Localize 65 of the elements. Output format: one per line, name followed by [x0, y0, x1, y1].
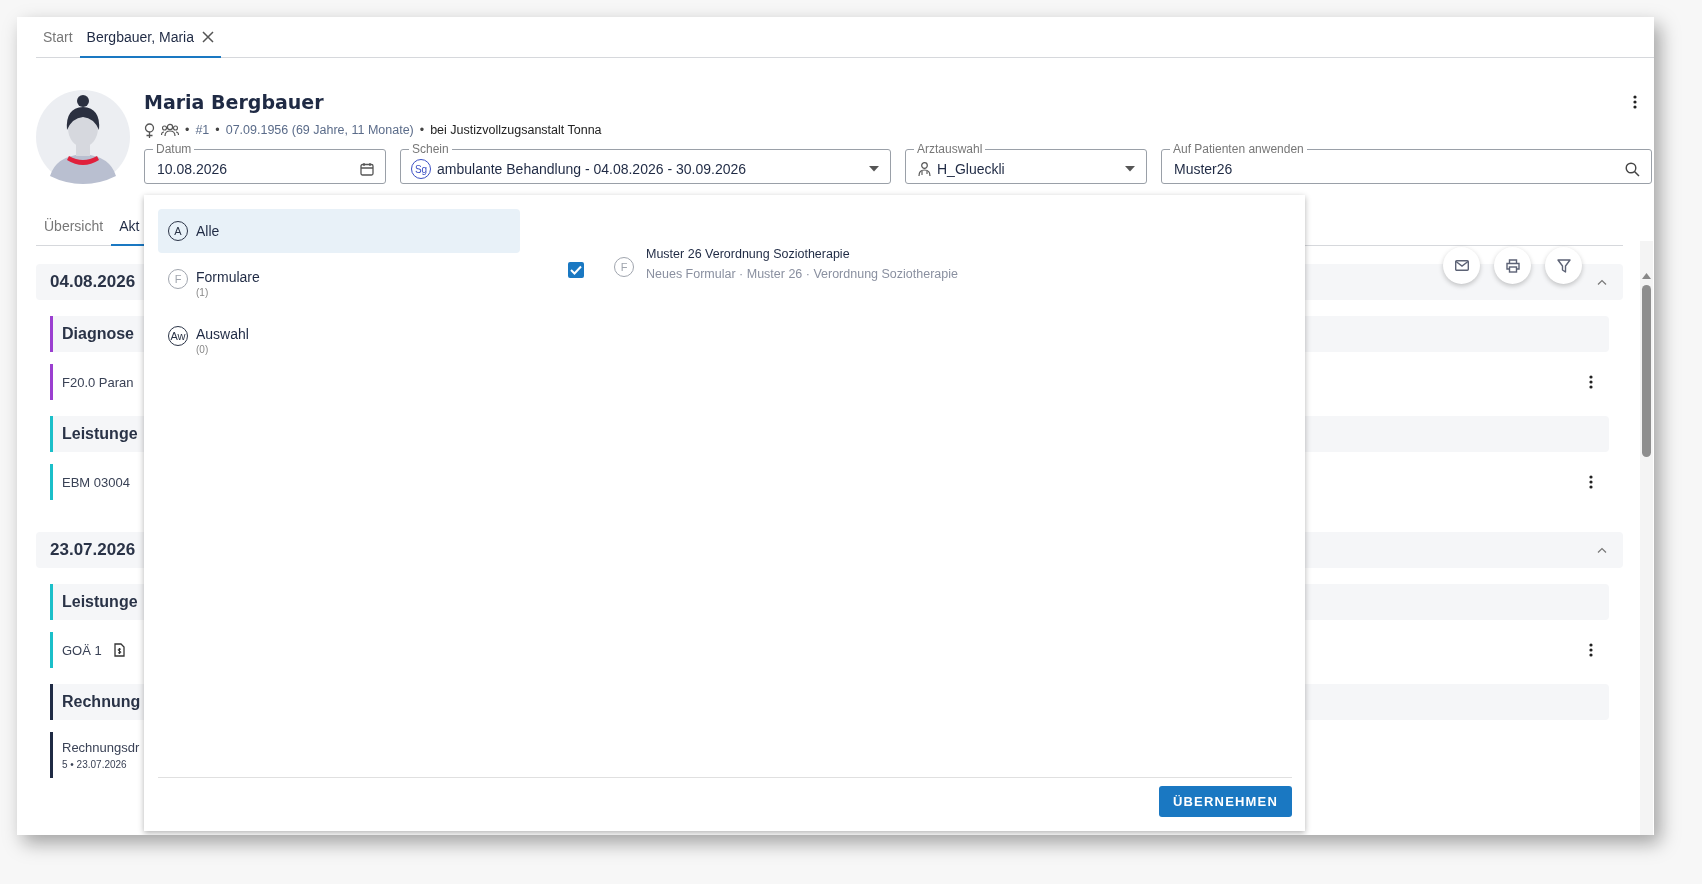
- section-title: Rechnung: [62, 693, 141, 711]
- field-label: Arztauswahl: [916, 143, 984, 156]
- select-field[interactable]: Schein Sg ambulante Behandlung - 04.08.2026 - 30.09.2026: [400, 143, 891, 184]
- patient-info: bei Justizvollzugsanstalt Tonna: [430, 123, 602, 137]
- document-icon[interactable]: [113, 643, 125, 657]
- field-value[interactable]: Muster26: [1174, 161, 1619, 177]
- category-item[interactable]: Aw Auswahl (0): [158, 314, 520, 367]
- section-title: Leistunge: [62, 425, 138, 443]
- patient-tab[interactable]: Start: [36, 17, 80, 58]
- patient-tab[interactable]: Bergbauer, Maria: [79, 17, 221, 58]
- separator-dot: •: [215, 123, 220, 137]
- select-field[interactable]: Arztauswahl H_Glueckli: [905, 143, 1147, 184]
- mail-icon: [1454, 260, 1469, 271]
- dropdown-caret-icon[interactable]: [1125, 166, 1135, 172]
- more-icon[interactable]: [1589, 475, 1593, 489]
- scroll-up-icon[interactable]: [1642, 273, 1651, 279]
- section-title: Leistunge: [62, 593, 138, 611]
- separator-dot: •: [419, 123, 425, 137]
- category-label: Formulare: [196, 269, 260, 285]
- date-field[interactable]: Datum 10.08.2026: [144, 143, 386, 184]
- category-count: (0): [196, 344, 210, 355]
- entry-text: F20.0 Paran: [62, 374, 134, 390]
- field-value[interactable]: ambulante Behandlung - 04.08.2026 - 30.09.2026: [437, 161, 863, 177]
- entry-detail: 5 • 23.07.2026: [62, 759, 128, 770]
- doctor-icon: [918, 162, 931, 176]
- close-icon[interactable]: [202, 30, 214, 43]
- more-icon[interactable]: [1589, 643, 1593, 657]
- date-label: 04.08.2026: [50, 272, 136, 292]
- female-icon: [144, 122, 155, 138]
- chevron-icon[interactable]: [1597, 547, 1607, 553]
- search-icon[interactable]: [1625, 161, 1640, 177]
- content-tab[interactable]: Übersicht: [36, 218, 112, 246]
- people-icon: [161, 123, 179, 137]
- category-count: (1): [196, 287, 210, 298]
- calendar-icon[interactable]: [360, 162, 374, 176]
- entry-text: GOÄ 1: [62, 642, 102, 658]
- filter-icon: [1556, 258, 1571, 273]
- field-value[interactable]: 10.08.2026: [157, 161, 354, 177]
- more-icon[interactable]: [1633, 95, 1637, 109]
- field-label: Datum: [155, 143, 193, 156]
- entry-text: Rechnungsdr: [62, 740, 140, 755]
- entry-text: EBM 03004: [62, 474, 130, 490]
- form-subtitle: Neues Formular · Muster 26 · Verordnung Soziotherapie: [646, 267, 958, 281]
- category-item[interactable]: A Alle: [158, 209, 520, 253]
- search-field[interactable]: Auf Patienten anwenden Muster26: [1161, 143, 1652, 184]
- form-title: Muster 26 Verordnung Soziotherapie: [646, 247, 851, 261]
- category-item[interactable]: F Formulare (1): [158, 257, 520, 310]
- separator-dot: •: [185, 123, 190, 137]
- category-label: Auswahl: [196, 326, 249, 342]
- date-label: 23.07.2026: [50, 540, 136, 560]
- dropdown-caret-icon[interactable]: [869, 166, 879, 172]
- patient-name: Maria Bergbauer: [144, 90, 324, 114]
- printer-icon: [1505, 258, 1520, 273]
- field-label: Schein: [411, 143, 450, 156]
- scrollbar-thumb[interactable]: [1642, 285, 1651, 457]
- checkbox[interactable]: [568, 262, 584, 278]
- patient-info: 07.09.1956 (69 Jahre, 11 Monate): [225, 123, 414, 137]
- field-label: Auf Patienten anwenden: [1172, 143, 1305, 156]
- chevron-icon[interactable]: [1597, 279, 1607, 285]
- apply-button[interactable]: ÜBERNEHMEN: [1159, 786, 1292, 817]
- section-title: Diagnose: [62, 325, 134, 343]
- category-label: Alle: [196, 223, 220, 239]
- patient-info: #1: [195, 123, 210, 137]
- field-value[interactable]: H_Glueckli: [937, 161, 1119, 177]
- more-icon[interactable]: [1589, 375, 1593, 389]
